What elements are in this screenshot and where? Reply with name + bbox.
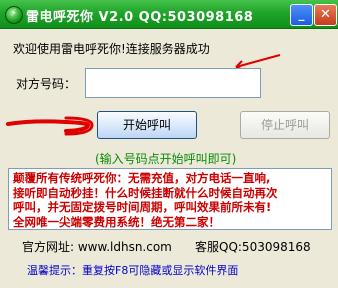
- promo-line: 呼叫，并无固定拨号时间周期，呼叫效果前所未有!: [13, 200, 272, 214]
- window-title: 雷电呼死你 V2.0 QQ:503098168: [26, 10, 254, 25]
- footer-tip: 温馨提示：重复按F8可隐藏或显示软件界面: [27, 264, 239, 277]
- minimize-button[interactable]: _: [290, 4, 313, 26]
- stop-call-button[interactable]: 停止呼叫: [240, 111, 330, 139]
- red-annotation-scribble: [6, 116, 94, 136]
- minimize-icon: _: [298, 7, 305, 21]
- hint-text: (输入号码点开始呼叫即可): [95, 152, 237, 166]
- lightning-icon: ⚡: [10, 8, 18, 19]
- close-icon: ✕: [320, 7, 331, 22]
- close-button[interactable]: ✕: [314, 4, 337, 26]
- promo-line: 全网唯一尖端零费用系统！绝无第二家！: [13, 214, 220, 229]
- status-message: 欢迎使用雷电呼死你!连接服务器成功: [13, 42, 210, 56]
- promo-line: 接听即自动秒挂！什么时候挂断就什么时候自动再次: [13, 185, 278, 200]
- website-link[interactable]: 官方网址: www.ldhsn.com: [22, 238, 172, 255]
- promo-text-box[interactable]: 颠覆所有传统呼死你：无需充值，对方电话一直响, 接听即自动秒挂！什么时候挂断就什…: [8, 168, 332, 230]
- support-qq: 客服QQ:503098168: [195, 240, 311, 254]
- phone-number-input[interactable]: [85, 68, 261, 98]
- start-call-button[interactable]: 开始呼叫: [97, 111, 197, 139]
- app-window: ⚡ 雷电呼死你 V2.0 QQ:503098168 _ ✕ 欢迎使用雷电呼死你!…: [0, 0, 338, 288]
- title-bar[interactable]: ⚡ 雷电呼死你 V2.0 QQ:503098168 _ ✕: [0, 0, 338, 29]
- promo-line: 颠覆所有传统呼死你：无需充值，对方电话一直响,: [13, 171, 271, 185]
- phone-label: 对方号码：: [16, 77, 77, 91]
- app-icon: ⚡: [5, 6, 23, 24]
